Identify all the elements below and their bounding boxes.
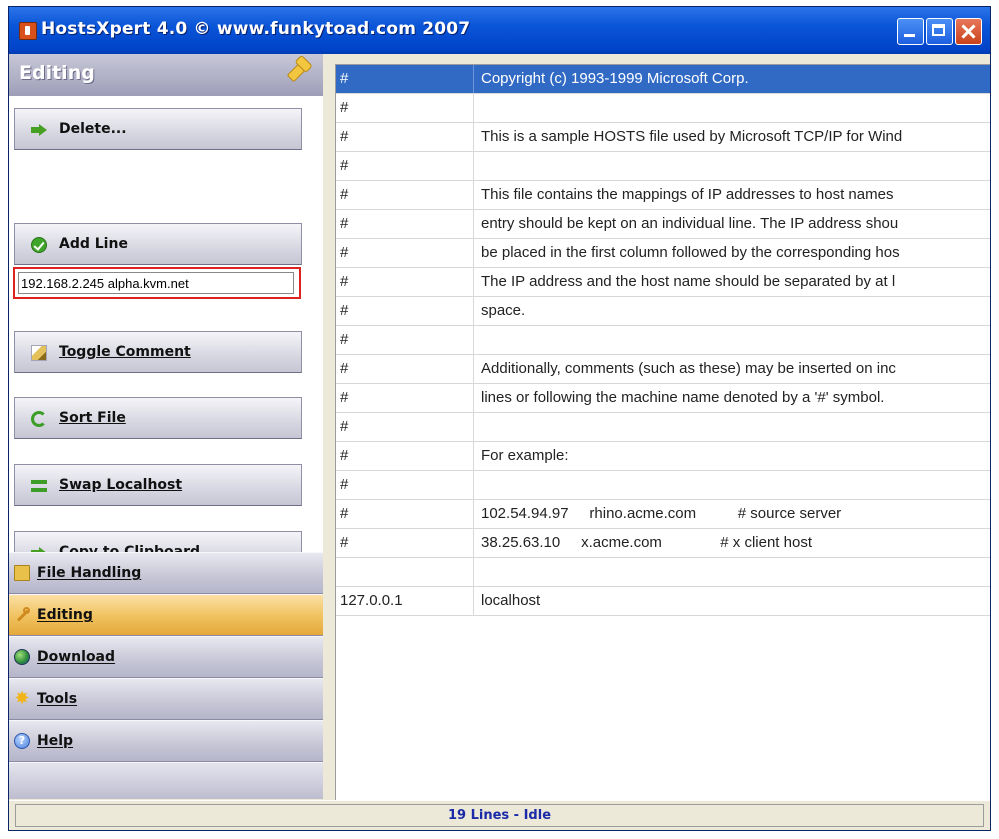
- nav-tools[interactable]: ✸ Tools: [9, 678, 323, 720]
- panel-header: Editing: [9, 54, 323, 96]
- main-window: HostsXpert 4.0 © www.funkytoad.com 2007 …: [8, 6, 991, 831]
- star-icon: ✸: [14, 688, 30, 709]
- ip-cell: 127.0.0.1: [336, 587, 474, 615]
- host-cell: 102.54.94.97 rhino.acme.com # source ser…: [481, 505, 842, 522]
- ip-cell: #: [336, 471, 474, 499]
- host-cell: Copyright (c) 1993-1999 Microsoft Corp.: [481, 70, 749, 87]
- add-line-input[interactable]: [18, 272, 294, 294]
- green-check-icon: [31, 237, 47, 253]
- table-row[interactable]: # This file contains the mappings of IP a…: [336, 181, 990, 210]
- host-cell: 38.25.63.10 x.acme.com # x client host: [481, 534, 812, 551]
- ip-cell: #: [336, 297, 474, 325]
- table-row[interactable]: #: [336, 413, 990, 442]
- nav-download[interactable]: Download: [9, 636, 323, 678]
- status-bar: 19 Lines - Idle: [9, 800, 990, 830]
- nav-file-handling[interactable]: File Handling: [9, 552, 323, 594]
- host-cell: The IP address and the host name should …: [481, 273, 896, 290]
- delete-button[interactable]: Delete...: [14, 108, 302, 150]
- add-line-label: Add Line: [59, 236, 128, 252]
- maximize-button[interactable]: [926, 18, 953, 45]
- app-icon[interactable]: [19, 22, 37, 40]
- ip-cell: #: [336, 152, 474, 180]
- pencil-icon: [31, 345, 47, 361]
- hosts-list[interactable]: # Copyright (c) 1993-1999 Microsoft Corp.…: [335, 64, 990, 801]
- nav-editing[interactable]: Editing: [9, 594, 323, 636]
- delete-label: Delete...: [59, 121, 127, 137]
- globe-icon: [14, 649, 30, 665]
- window-title: HostsXpert 4.0 © www.funkytoad.com 2007: [41, 19, 471, 39]
- ip-cell: #: [336, 65, 474, 93]
- toggle-comment-button[interactable]: Toggle Comment: [14, 331, 302, 373]
- table-row[interactable]: # entry should be kept on an individual l…: [336, 210, 990, 239]
- host-cell: lines or following the machine name deno…: [481, 389, 885, 406]
- table-row[interactable]: [336, 558, 990, 587]
- host-cell: Additionally, comments (such as these) m…: [481, 360, 896, 377]
- nav-help[interactable]: ? Help: [9, 720, 323, 762]
- green-arrow-icon: [31, 122, 47, 138]
- table-row[interactable]: #: [336, 471, 990, 500]
- ip-cell: #: [336, 500, 474, 528]
- host-cell: This is a sample HOSTS file used by Micr…: [481, 128, 903, 145]
- swap-localhost-label: Swap Localhost: [59, 477, 183, 493]
- ip-cell: #: [336, 123, 474, 151]
- table-row[interactable]: #102.54.94.97 rhino.acme.com # source se…: [336, 500, 990, 529]
- table-row[interactable]: # space.: [336, 297, 990, 326]
- table-row[interactable]: 127.0.0.1 localhost: [336, 587, 990, 616]
- sort-file-button[interactable]: Sort File: [14, 397, 302, 439]
- swap-localhost-button[interactable]: Swap Localhost: [14, 464, 302, 506]
- title-bar[interactable]: HostsXpert 4.0 © www.funkytoad.com 2007: [9, 7, 990, 54]
- toggle-comment-label: Toggle Comment: [59, 344, 191, 360]
- table-row[interactable]: #: [336, 152, 990, 181]
- table-row[interactable]: # Copyright (c) 1993-1999 Microsoft Corp.: [336, 65, 990, 94]
- ip-cell: #: [336, 442, 474, 470]
- ip-cell: #: [336, 268, 474, 296]
- nav-tools-label: Tools: [37, 691, 78, 707]
- host-cell: This file contains the mappings of IP ad…: [481, 186, 894, 203]
- nav-file-handling-label: File Handling: [37, 565, 142, 581]
- table-row[interactable]: # The IP address and the host name should…: [336, 268, 990, 297]
- sort-file-label: Sort File: [59, 410, 126, 426]
- ip-cell: #: [336, 384, 474, 412]
- host-cell: be placed in the first column followed b…: [481, 244, 900, 261]
- minimize-button[interactable]: [897, 18, 924, 45]
- host-cell: entry should be kept on an individual li…: [481, 215, 899, 232]
- ip-cell: #: [336, 210, 474, 238]
- ip-cell: [336, 558, 474, 586]
- nav-help-label: Help: [37, 733, 74, 749]
- host-cell: localhost: [481, 592, 541, 609]
- nav-download-label: Download: [37, 649, 116, 665]
- table-row[interactable]: # Additionally, comments (such as these) …: [336, 355, 990, 384]
- ip-cell: #: [336, 94, 474, 122]
- swap-arrows-icon: [31, 478, 47, 494]
- wrench-icon: [286, 59, 310, 83]
- ip-cell: #: [336, 239, 474, 267]
- sidebar: Editing Delete... Add Line Toggle Commen…: [9, 54, 323, 799]
- add-line-field-highlight: [13, 267, 301, 299]
- sort-cycle-icon: [31, 411, 47, 427]
- nav-empty-area: [9, 762, 323, 799]
- table-row[interactable]: # lines or following the machine name den…: [336, 384, 990, 413]
- panel-title: Editing: [19, 62, 95, 84]
- host-cell: space.: [481, 302, 526, 319]
- status-text: 19 Lines - Idle: [15, 804, 984, 827]
- folder-icon: [14, 565, 30, 581]
- editing-panel: Delete... Add Line Toggle Comment Sort F…: [9, 96, 323, 573]
- table-row[interactable]: #38.25.63.10 x.acme.com # x client host: [336, 529, 990, 558]
- help-icon: ?: [14, 733, 30, 749]
- close-button[interactable]: [955, 18, 982, 45]
- nav-editing-label: Editing: [37, 607, 93, 623]
- table-row[interactable]: # For example:: [336, 442, 990, 471]
- table-row[interactable]: # This is a sample HOSTS file used by Mic…: [336, 123, 990, 152]
- ip-cell: #: [336, 355, 474, 383]
- table-row[interactable]: #: [336, 326, 990, 355]
- ip-cell: #: [336, 326, 474, 354]
- ip-cell: #: [336, 529, 474, 557]
- ip-cell: #: [336, 181, 474, 209]
- table-row[interactable]: # be placed in the first column followed …: [336, 239, 990, 268]
- wrench-icon: [14, 607, 30, 623]
- host-cell: For example:: [481, 447, 569, 464]
- table-row[interactable]: #: [336, 94, 990, 123]
- add-line-button[interactable]: Add Line: [14, 223, 302, 265]
- ip-cell: #: [336, 413, 474, 441]
